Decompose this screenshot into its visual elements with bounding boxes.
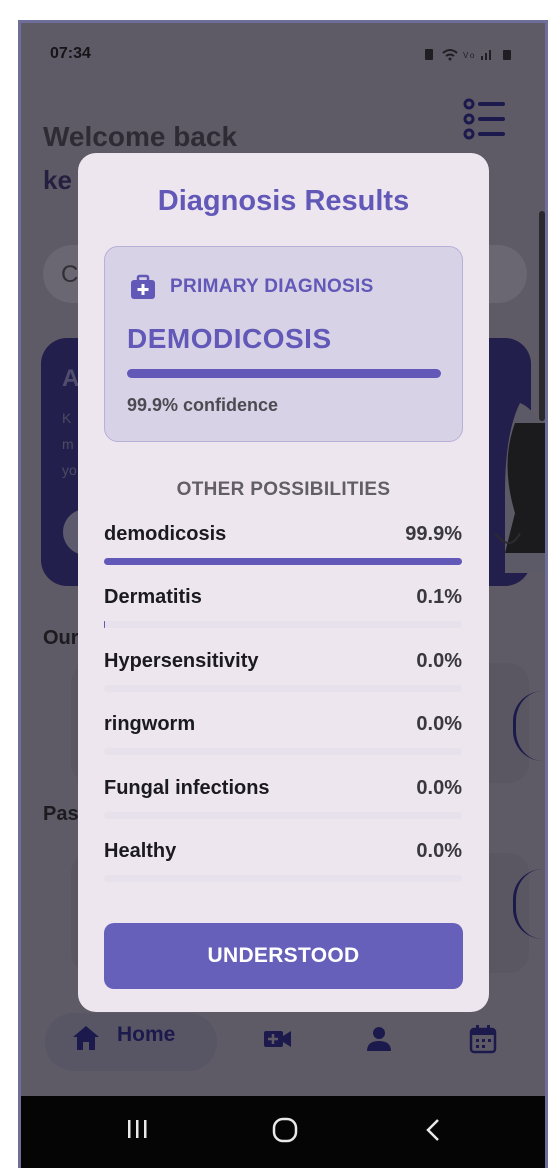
doctor-illustration xyxy=(494,403,545,573)
possibility-row: Dermatitis 0.1% xyxy=(104,586,462,649)
primary-confidence-text: 99.9% confidence xyxy=(127,395,279,415)
possibility-row: demodicosis 99.9% xyxy=(104,523,462,586)
possibility-row: ringworm 0.0% xyxy=(104,713,462,776)
recent-apps-icon[interactable] xyxy=(124,1116,150,1142)
possibility-name: demodicosis xyxy=(104,523,227,545)
system-nav-bar xyxy=(21,1096,545,1168)
possibility-value: 0.0% xyxy=(416,776,462,799)
scrollbar[interactable] xyxy=(539,211,545,421)
dialog-title: Diagnosis Results xyxy=(157,185,410,217)
possibility-value: 0.1% xyxy=(416,586,462,609)
understood-button[interactable]: UNDERSTOOD xyxy=(104,923,463,989)
possibility-bar-fill xyxy=(104,558,462,565)
primary-confidence-bar xyxy=(127,369,441,378)
primary-confidence-fill xyxy=(127,369,441,378)
possibility-name: Healthy xyxy=(104,839,177,862)
background-banner-title: A xyxy=(62,365,80,392)
background-section-title-1: Our xyxy=(43,627,79,649)
status-icons: Vo xyxy=(423,47,519,64)
background-section-title-2: Pas xyxy=(43,803,79,825)
diagnosis-results-dialog: Diagnosis Results PRIMARY DIAGNOSIS DEMO… xyxy=(78,153,489,1012)
status-bar: 07:34 Vo xyxy=(21,23,545,85)
svg-text:Vo: Vo xyxy=(463,51,476,60)
background-search-text: C xyxy=(61,261,79,288)
primary-diagnosis-label: PRIMARY DIAGNOSIS xyxy=(170,276,374,297)
primary-diagnosis-card: PRIMARY DIAGNOSIS DEMODICOSIS 99.9% conf… xyxy=(104,246,463,442)
possibility-bar xyxy=(104,621,462,629)
possibility-value: 0.0% xyxy=(416,713,462,736)
possibility-name: ringworm xyxy=(104,713,196,736)
possibility-bar xyxy=(104,748,462,756)
nav-home-label: Home xyxy=(117,1023,176,1046)
possibility-row: Healthy 0.0% xyxy=(104,840,462,903)
possibility-bar xyxy=(104,874,462,882)
home-icon xyxy=(73,1026,99,1050)
possibility-row: Fungal infections 0.0% xyxy=(104,777,462,840)
possibility-name: Hypersensitivity xyxy=(104,649,259,672)
possibility-name: Fungal infections xyxy=(104,776,270,799)
profile-icon[interactable] xyxy=(363,1023,395,1055)
status-icons-svg: Vo xyxy=(425,49,511,61)
possibility-row: Hypersensitivity 0.0% xyxy=(104,650,462,713)
possibility-value: 0.0% xyxy=(416,649,462,672)
calendar-icon[interactable] xyxy=(467,1023,499,1055)
possibilities-list: demodicosis 99.9% Dermatitis 0.1% Hypersensi… xyxy=(104,523,462,903)
possibility-bar-fill xyxy=(104,621,106,629)
background-banner-text: Km yo xyxy=(62,410,77,478)
back-icon[interactable] xyxy=(421,1116,447,1144)
username: ke xyxy=(43,165,72,195)
medical-kit-icon xyxy=(131,274,155,299)
possibility-bar xyxy=(104,811,462,819)
possibility-bar xyxy=(104,684,462,692)
possibility-value: 99.9% xyxy=(405,523,462,545)
menu-icon[interactable] xyxy=(463,97,507,141)
possibility-value: 0.0% xyxy=(416,839,462,862)
bottom-nav: Home xyxy=(21,1013,545,1099)
possibility-name: Dermatitis xyxy=(104,586,202,609)
other-possibilities-heading: OTHER POSSIBILITIES xyxy=(176,479,391,500)
status-time: 07:34 xyxy=(50,45,91,62)
welcome-heading: Welcome back xyxy=(43,121,238,152)
home-system-icon[interactable] xyxy=(271,1116,299,1144)
video-call-icon[interactable] xyxy=(261,1023,293,1055)
primary-diagnosis-name: DEMODICOSIS xyxy=(127,323,332,354)
possibility-bar xyxy=(104,558,462,565)
